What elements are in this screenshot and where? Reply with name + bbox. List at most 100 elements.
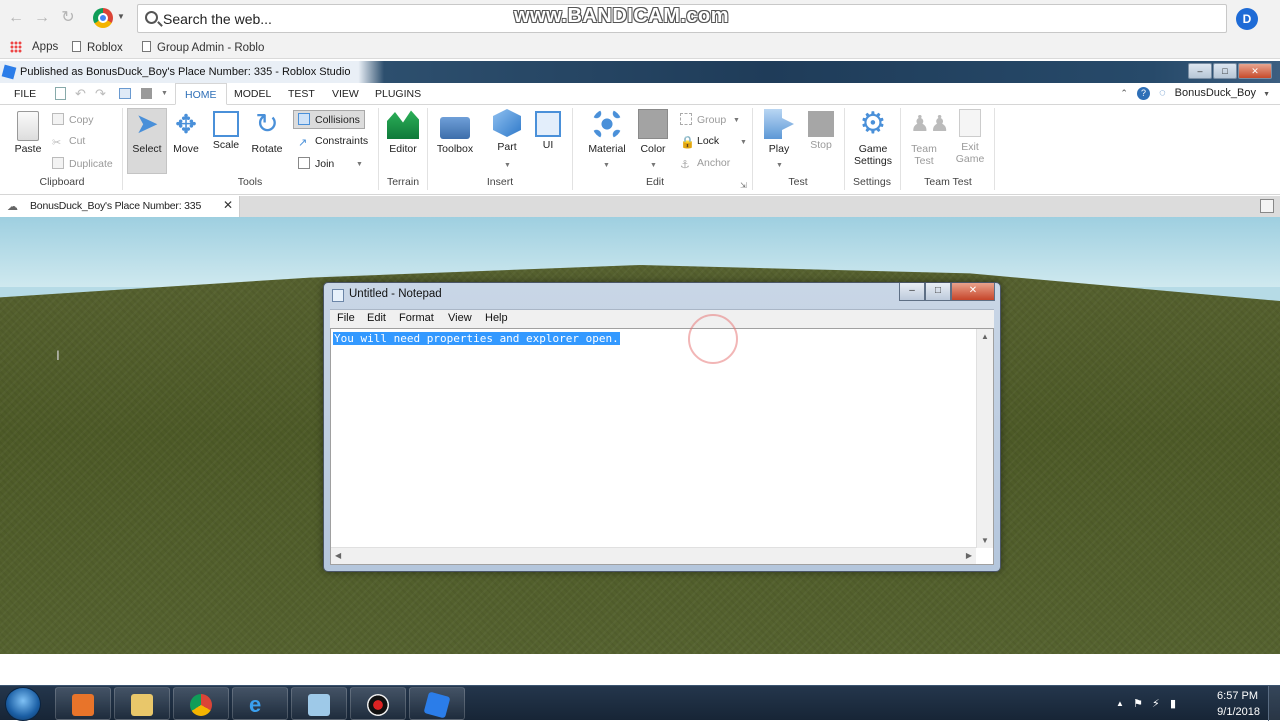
duplicate-button[interactable]: Duplicate (52, 157, 113, 170)
notepad-minimize-button[interactable]: – (899, 283, 925, 301)
tab-view[interactable]: VIEW (323, 83, 368, 105)
collisions-toggle[interactable]: Collisions (293, 110, 365, 129)
scroll-down-icon[interactable]: ▼ (981, 536, 989, 545)
taskbar-internet-explorer[interactable]: e (232, 687, 288, 720)
paste-button[interactable]: Paste (10, 109, 46, 155)
tab-home[interactable]: HOME (175, 83, 227, 105)
color-button[interactable]: Color (636, 109, 670, 155)
undo-icon[interactable]: ↶ (75, 86, 86, 102)
tab-plugins[interactable]: PLUGINS (366, 83, 430, 105)
notepad-window[interactable]: Untitled - Notepad – □ ✕ File Edit Forma… (323, 282, 1001, 572)
notepad-maximize-button[interactable]: □ (925, 283, 951, 301)
show-desktop-button[interactable] (1268, 686, 1280, 721)
taskbar-notepad[interactable] (291, 687, 347, 720)
username-label[interactable]: BonusDuck_Boy (1175, 87, 1256, 99)
terrain-editor-button[interactable]: Editor (383, 109, 423, 155)
menu-file[interactable]: File (337, 312, 355, 324)
minimize-button[interactable]: – (1188, 63, 1212, 79)
menu-help[interactable]: Help (485, 312, 508, 324)
bookmark-roblox[interactable]: Roblox (72, 41, 123, 54)
notepad-close-button[interactable]: ✕ (951, 283, 995, 301)
clock-date[interactable]: 9/1/2018 (1217, 706, 1260, 718)
forward-icon[interactable]: → (32, 8, 52, 28)
show-hidden-icons[interactable]: ▲ (1116, 699, 1124, 708)
rotate-button[interactable]: ↻ Rotate (248, 109, 286, 156)
join-dropdown[interactable]: Join (298, 157, 334, 170)
scroll-up-icon[interactable]: ▲ (981, 332, 989, 341)
publish-icon[interactable] (119, 88, 131, 99)
user-chevron-icon[interactable]: ▼ (1263, 91, 1270, 98)
redo-icon[interactable]: ↷ (95, 86, 106, 102)
game-settings-button[interactable]: ⚙ Game Settings (850, 109, 896, 168)
vertical-scrollbar[interactable]: ▲ ▼ (976, 329, 993, 548)
group-chevron-icon[interactable]: ▼ (733, 117, 740, 124)
lock-chevron-icon[interactable]: ▼ (740, 139, 747, 146)
maximize-button[interactable]: □ (1213, 63, 1237, 79)
play-button[interactable]: Play (760, 109, 798, 155)
collapse-ribbon-icon[interactable]: ⌃ (1120, 88, 1128, 98)
chevron-down-icon[interactable]: ▼ (117, 12, 125, 21)
network-icon[interactable]: ▮ (1170, 697, 1176, 710)
cut-button[interactable]: ✂ Cut (52, 135, 85, 149)
apps-grid-icon (10, 41, 22, 53)
edit-expand-icon[interactable]: ⇲ (740, 181, 747, 190)
taskbar-chrome[interactable] (173, 687, 229, 720)
menu-format[interactable]: Format (399, 312, 434, 324)
notepad-text-area[interactable]: You will need properties and explorer op… (330, 328, 994, 565)
menu-edit[interactable]: Edit (367, 312, 386, 324)
action-center-flag-icon[interactable]: ⚑ (1133, 697, 1143, 710)
customize-chevron-icon[interactable]: ▼ (161, 90, 168, 97)
anchor-button[interactable]: ⚓ Anchor (680, 157, 730, 171)
bookmark-apps[interactable]: Apps (32, 41, 58, 53)
bookmark-group-admin[interactable]: Group Admin - Roblo (142, 41, 264, 54)
ui-button[interactable]: UI (534, 109, 562, 151)
chrome-icon[interactable] (93, 8, 113, 28)
scroll-left-icon[interactable]: ◀ (335, 551, 341, 560)
exit-game-button[interactable]: Exit Game (950, 109, 990, 165)
copy-button[interactable]: Copy (52, 113, 94, 126)
tab-file[interactable]: FILE (5, 83, 45, 105)
close-tab-icon[interactable]: ✕ (223, 198, 233, 212)
taskbar-explorer[interactable] (114, 687, 170, 720)
move-button[interactable]: ✥ Move (168, 109, 204, 155)
reload-icon[interactable]: ↻ (58, 8, 78, 28)
color-chevron-icon[interactable]: ▼ (650, 162, 657, 169)
material-chevron-icon[interactable]: ▼ (603, 162, 610, 169)
profile-avatar[interactable]: D (1236, 8, 1258, 30)
menu-view[interactable]: View (448, 312, 472, 324)
group-button[interactable]: Group (680, 113, 726, 126)
play-chevron-icon[interactable]: ▼ (776, 162, 783, 169)
close-button[interactable]: ✕ (1238, 63, 1272, 79)
toolbox-button[interactable]: Toolbox (433, 109, 477, 155)
power-icon[interactable]: ⚡ (1152, 697, 1160, 710)
start-button[interactable] (5, 687, 41, 721)
taskbar-media-player[interactable] (55, 687, 111, 720)
back-icon[interactable]: ← (6, 8, 26, 28)
select-button[interactable]: ➤ Select (127, 109, 167, 156)
document-tab[interactable]: ☁ BonusDuck_Boy's Place Number: 335 ✕ (0, 196, 240, 217)
play-icon (764, 109, 794, 139)
team-test-button[interactable]: ♟♟ Team Test (904, 109, 949, 167)
horizontal-scrollbar[interactable]: ◀ ▶ (331, 547, 976, 564)
part-chevron-icon[interactable]: ▼ (504, 162, 511, 169)
stop-button[interactable]: Stop (804, 109, 838, 151)
taskbar-bandicam[interactable] (350, 687, 406, 720)
scroll-right-icon[interactable]: ▶ (966, 551, 972, 560)
selected-text[interactable]: You will need properties and explorer op… (333, 332, 620, 345)
restore-icon[interactable] (1260, 199, 1274, 213)
new-file-icon[interactable] (55, 87, 66, 100)
join-chevron-icon[interactable]: ▼ (356, 161, 363, 168)
clock-time[interactable]: 6:57 PM (1217, 690, 1258, 702)
help-icon[interactable]: ? (1137, 87, 1150, 100)
share-icon[interactable]: ◌ (1159, 87, 1166, 99)
scale-label: Scale (212, 139, 240, 151)
tab-model[interactable]: MODEL (225, 83, 280, 105)
taskbar-roblox-studio[interactable] (409, 687, 465, 720)
material-button[interactable]: Material (584, 109, 630, 155)
lock-button[interactable]: 🔒 Lock (680, 135, 719, 149)
stop-small-icon[interactable] (141, 88, 152, 99)
constraints-button[interactable]: ↗ Constraints (298, 135, 368, 149)
tab-test[interactable]: TEST (279, 83, 324, 105)
part-button[interactable]: Part (488, 109, 526, 153)
scale-button[interactable]: Scale (208, 109, 244, 151)
